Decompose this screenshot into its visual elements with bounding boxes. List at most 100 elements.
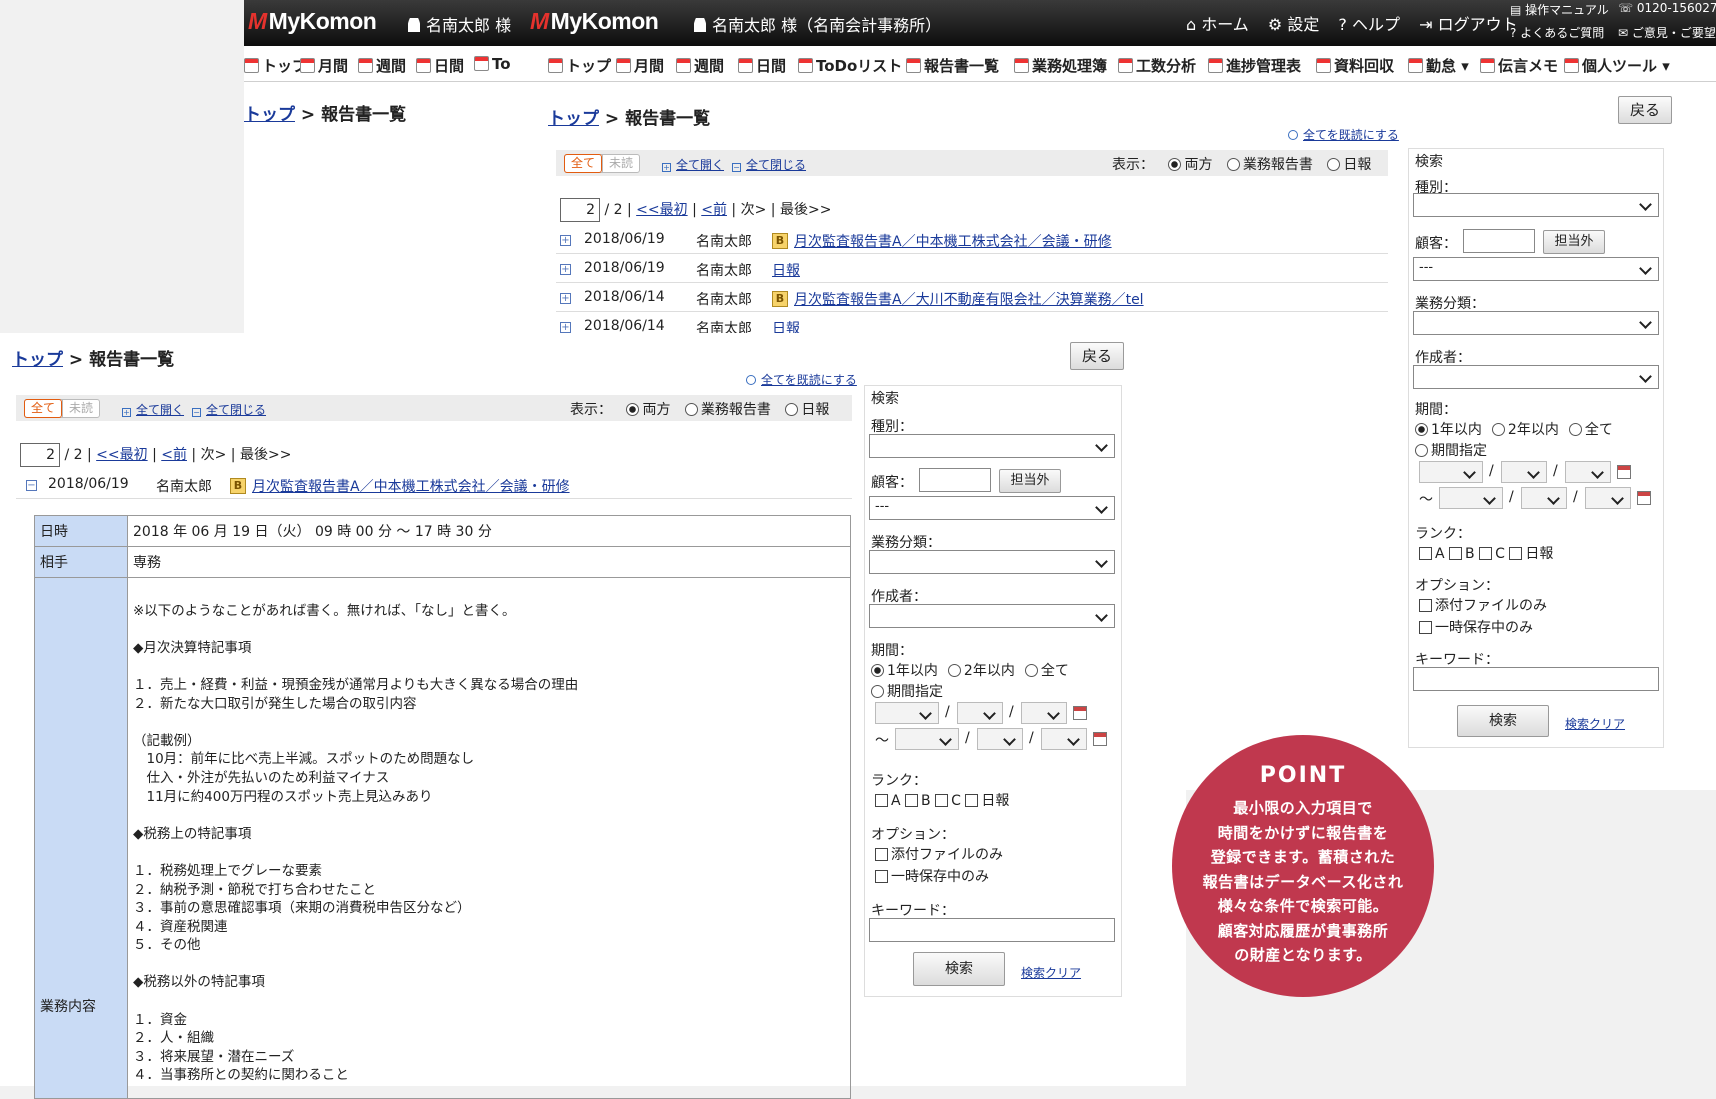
from-month-select[interactable] bbox=[957, 702, 1003, 724]
settings-link[interactable]: ⚙ 設定 bbox=[1268, 15, 1319, 34]
nav-reports[interactable]: 報告書一覧 bbox=[906, 55, 999, 76]
display-both-radio[interactable] bbox=[626, 403, 640, 416]
rank-daily-checkbox[interactable] bbox=[965, 794, 979, 807]
back-button[interactable]: 戻る bbox=[1618, 96, 1672, 124]
page-input[interactable]: 2 bbox=[20, 443, 60, 467]
to-day-select[interactable] bbox=[1041, 728, 1087, 750]
filter-unread-button[interactable]: 未読 bbox=[62, 400, 99, 417]
breadcrumb-home-link[interactable]: トップ bbox=[12, 350, 63, 370]
manual-link[interactable]: ▤ 操作マニュアル bbox=[1510, 1, 1609, 18]
logo[interactable]: MMyKomon bbox=[530, 8, 659, 35]
nav-left-todo[interactable]: To bbox=[474, 55, 511, 73]
page-input[interactable]: 2 bbox=[560, 198, 600, 222]
display-daily-radio[interactable] bbox=[1327, 158, 1341, 171]
nav-doc-collect[interactable]: 資料回収 bbox=[1316, 55, 1394, 76]
display-both-radio[interactable] bbox=[1168, 158, 1182, 171]
attach-only-checkbox[interactable] bbox=[1419, 599, 1432, 612]
period-2y-radio[interactable] bbox=[1491, 423, 1505, 436]
creator-select[interactable] bbox=[1413, 365, 1659, 389]
from-year-select[interactable] bbox=[1419, 461, 1483, 483]
from-day-select[interactable] bbox=[1021, 702, 1067, 724]
first-page-link[interactable]: <<最初 bbox=[96, 447, 147, 463]
expand-icon[interactable]: + bbox=[560, 264, 571, 275]
nav-attendance[interactable]: 勤怠 ▾ bbox=[1408, 55, 1469, 76]
to-year-select[interactable] bbox=[1439, 487, 1503, 509]
back-button[interactable]: 戻る bbox=[1070, 342, 1124, 370]
search-button[interactable]: 検索 bbox=[1457, 705, 1549, 737]
rank-b-checkbox[interactable] bbox=[905, 794, 919, 807]
report-link[interactable]: 日報 bbox=[772, 260, 800, 280]
display-daily-radio[interactable] bbox=[785, 403, 799, 416]
rank-daily-checkbox[interactable] bbox=[1509, 547, 1523, 560]
collapse-all-link[interactable]: − 全て閉じる bbox=[732, 156, 806, 173]
report-link[interactable]: 月次監査報告書A／中本機工株式会社／会議・研修 bbox=[252, 476, 570, 496]
mark-all-read-link[interactable]: 全てを既読にする bbox=[1288, 126, 1399, 143]
rank-a-checkbox[interactable] bbox=[1419, 547, 1432, 560]
filter-all-button[interactable]: 全て bbox=[24, 399, 63, 418]
first-page-link[interactable]: <<最初 bbox=[636, 202, 687, 218]
rank-c-checkbox[interactable] bbox=[1479, 547, 1493, 560]
to-month-select[interactable] bbox=[1521, 487, 1567, 509]
type-select[interactable] bbox=[1413, 193, 1659, 217]
draft-only-checkbox[interactable] bbox=[1419, 621, 1432, 634]
collapse-icon[interactable]: − bbox=[26, 480, 37, 491]
type-select[interactable] bbox=[869, 434, 1115, 458]
list-item-expanded[interactable]: − 2018/06/19 名南太郎 B 月次監査報告書A／中本機工株式会社／会議… bbox=[16, 471, 852, 499]
creator-select[interactable] bbox=[869, 604, 1115, 628]
category-select[interactable] bbox=[1413, 311, 1659, 335]
search-clear-link[interactable]: 検索クリア bbox=[1021, 964, 1081, 981]
nav-left-month[interactable]: 月間 bbox=[300, 55, 348, 76]
nav-left-day[interactable]: 日間 bbox=[416, 55, 464, 76]
expand-all-link[interactable]: + 全て開く bbox=[662, 156, 724, 173]
nav-day[interactable]: 日間 bbox=[738, 55, 786, 76]
report-link[interactable]: 月次監査報告書A／中本機工株式会社／会議・研修 bbox=[794, 231, 1112, 251]
nav-man-hours[interactable]: 工数分析 bbox=[1118, 55, 1196, 76]
customer-select[interactable]: --- bbox=[1413, 257, 1659, 281]
list-item[interactable]: + 2018/06/19 名南太郎 B 月次監査報告書A／中本機工株式会社／会議… bbox=[556, 226, 1388, 254]
customer-input[interactable] bbox=[919, 468, 991, 492]
mark-all-read-link[interactable]: 全てを既読にする bbox=[746, 371, 857, 388]
rank-c-checkbox[interactable] bbox=[935, 794, 949, 807]
period-all-radio[interactable] bbox=[1024, 664, 1038, 677]
nav-top[interactable]: トップ bbox=[548, 55, 611, 76]
period-2y-radio[interactable] bbox=[947, 664, 961, 677]
nav-work-log[interactable]: 業務処理簿 bbox=[1014, 55, 1107, 76]
keyword-input[interactable] bbox=[869, 918, 1115, 942]
nav-memo[interactable]: 伝言メモ bbox=[1480, 55, 1558, 76]
breadcrumb-home-link[interactable]: トップ bbox=[548, 109, 599, 129]
nav-month[interactable]: 月間 bbox=[616, 55, 664, 76]
draft-only-checkbox[interactable] bbox=[875, 870, 888, 883]
filter-unread-button[interactable]: 未読 bbox=[602, 155, 639, 172]
calendar-icon[interactable] bbox=[1617, 465, 1631, 479]
list-item[interactable]: + 2018/06/19 名南太郎 日報 bbox=[556, 255, 1388, 283]
from-year-select[interactable] bbox=[875, 702, 939, 724]
outside-button[interactable]: 担当外 bbox=[1543, 230, 1605, 254]
category-select[interactable] bbox=[869, 550, 1115, 574]
search-clear-link[interactable]: 検索クリア bbox=[1565, 715, 1625, 732]
calendar-icon[interactable] bbox=[1093, 732, 1107, 746]
from-month-select[interactable] bbox=[1501, 461, 1547, 483]
attach-only-checkbox[interactable] bbox=[875, 848, 888, 861]
nav-personal-tools[interactable]: 個人ツール ▾ bbox=[1564, 55, 1670, 76]
search-button[interactable]: 検索 bbox=[913, 952, 1005, 986]
home-link[interactable]: ⌂ ホーム bbox=[1186, 15, 1249, 34]
outside-button[interactable]: 担当外 bbox=[999, 469, 1061, 493]
prev-page-link[interactable]: <前 bbox=[701, 202, 727, 218]
expand-icon[interactable]: + bbox=[560, 235, 571, 246]
display-work-radio[interactable] bbox=[1226, 158, 1240, 171]
nav-left-week[interactable]: 週間 bbox=[358, 55, 406, 76]
report-link[interactable]: 月次監査報告書A／大川不動産有限会社／決算業務／tel bbox=[794, 289, 1144, 309]
rank-b-checkbox[interactable] bbox=[1449, 547, 1463, 560]
logo-left[interactable]: MMyKomon bbox=[248, 8, 377, 35]
period-1y-radio[interactable] bbox=[871, 664, 884, 677]
period-all-radio[interactable] bbox=[1568, 423, 1582, 436]
expand-all-link[interactable]: + 全て開く bbox=[122, 401, 184, 418]
expand-icon[interactable]: + bbox=[560, 293, 571, 304]
collapse-all-link[interactable]: − 全て閉じる bbox=[192, 401, 266, 418]
calendar-icon[interactable] bbox=[1637, 491, 1651, 505]
nav-progress[interactable]: 進捗管理表 bbox=[1208, 55, 1301, 76]
customer-select[interactable]: --- bbox=[869, 496, 1115, 520]
period-custom-radio[interactable] bbox=[1415, 444, 1428, 457]
nav-todo[interactable]: ToDoリスト bbox=[798, 55, 902, 76]
to-month-select[interactable] bbox=[977, 728, 1023, 750]
